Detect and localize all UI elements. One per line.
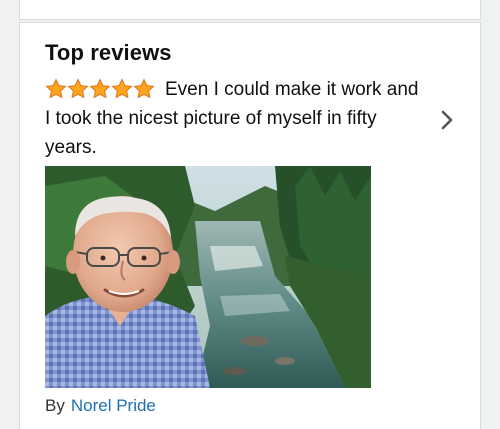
top-reviews-card: Top reviews Even I could make it work an… [19,22,481,429]
page: Top reviews Even I could make it work an… [0,0,500,429]
review-photo-image [45,166,371,388]
review-summary-link[interactable]: Even I could make it work and I took the… [45,75,465,167]
author-link[interactable]: Norel Pride [71,396,156,415]
previous-card [19,0,481,20]
review-photo[interactable] [45,166,371,388]
by-label: By [45,396,65,415]
review-text: Even I could make it work and I took the… [45,79,419,158]
chevron-right-icon[interactable] [440,109,454,131]
review-byline: By Norel Pride [45,396,156,416]
top-reviews-heading: Top reviews [45,40,172,65]
